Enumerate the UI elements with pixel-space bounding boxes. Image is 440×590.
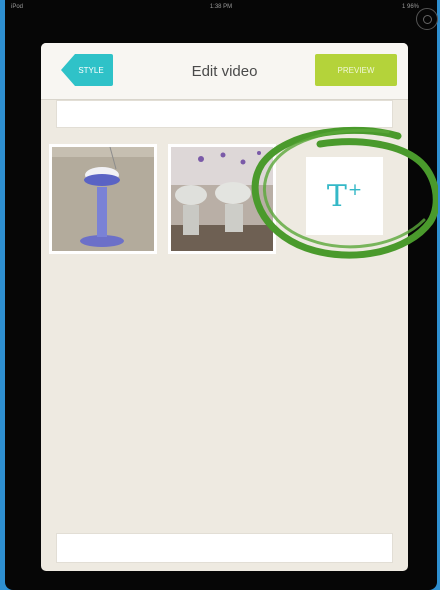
stool-photo: [52, 147, 154, 251]
preview-button[interactable]: PREVIEW: [315, 54, 397, 86]
clip-thumbnail-chairs[interactable]: [168, 144, 276, 254]
chairs-photo: [171, 147, 273, 251]
status-time: 1:38 PM: [209, 4, 233, 10]
home-button-icon[interactable]: [416, 8, 438, 30]
clip-thumbnail-stool[interactable]: [49, 144, 157, 254]
app-window: STYLE Edit video PREVIEW T+: [41, 43, 408, 571]
text-plus-icon: T+: [326, 178, 363, 214]
battery-label: 1 96%: [401, 4, 419, 10]
add-text-button[interactable]: T+: [306, 157, 383, 235]
header: STYLE Edit video PREVIEW: [41, 43, 408, 99]
top-placeholder-bar[interactable]: [56, 100, 393, 128]
status-bar: iPod 1:38 PM 1 96%: [5, 0, 437, 16]
bottom-placeholder-bar[interactable]: [56, 533, 393, 563]
